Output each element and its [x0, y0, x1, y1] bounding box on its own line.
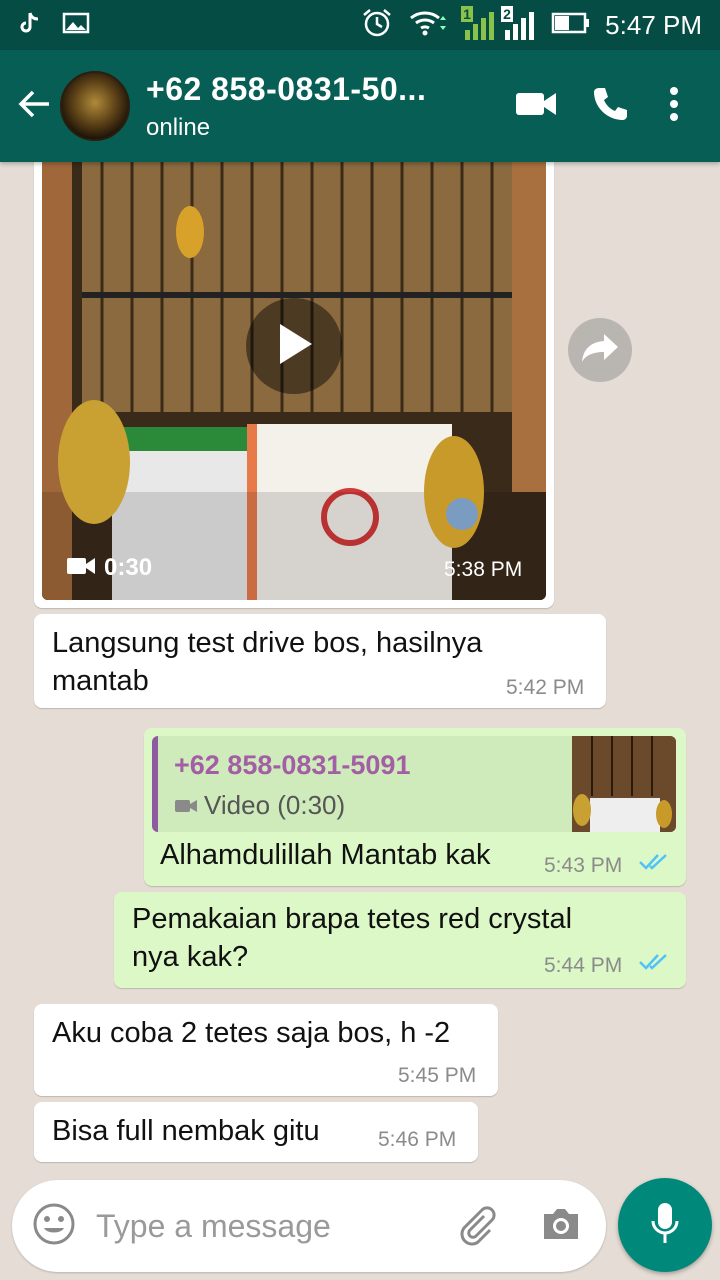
message-text: Alhamdulillah Mantab kak	[160, 839, 491, 871]
status-time: 5:47 PM	[605, 9, 702, 40]
video-camera-icon	[174, 790, 198, 821]
video-duration: 0:30	[66, 554, 152, 582]
voice-call-button[interactable]	[580, 76, 640, 136]
contact-name: +62 858-0831-50...	[146, 70, 427, 107]
incoming-message[interactable]: Aku coba 2 tetes saja bos, h -2 5:45 PM	[34, 1004, 498, 1096]
status-bar: 1 2 5:47 PM	[0, 0, 720, 50]
message-text: Aku coba 2 tetes saja bos, h -2	[52, 1017, 451, 1049]
video-call-button[interactable]	[506, 76, 566, 136]
message-time: 5:45 PM	[398, 1064, 477, 1087]
back-arrow-icon	[17, 86, 53, 127]
video-call-icon	[514, 89, 558, 124]
voice-record-button[interactable]	[618, 1178, 712, 1272]
play-button[interactable]	[246, 298, 342, 394]
message-list[interactable]: 0:30 5:38 PM Langsung test drive bos, ha…	[0, 152, 720, 1180]
message-input[interactable]: Type a message	[96, 1208, 454, 1245]
emoji-icon	[32, 1202, 76, 1251]
chat-header: +62 858-0831-50... online	[0, 50, 720, 162]
message-time: 5:42 PM	[506, 676, 585, 699]
camera-icon	[540, 1206, 582, 1247]
quote-accent-bar	[152, 736, 158, 832]
message-time: 5:46 PM	[378, 1128, 457, 1151]
signal-icon: 1 2	[461, 6, 537, 40]
incoming-message[interactable]: Langsung test drive bos, hasilnya mantab…	[34, 614, 606, 708]
more-options-button[interactable]	[654, 76, 694, 136]
play-icon	[274, 322, 314, 371]
read-ticks-icon	[638, 952, 670, 977]
attach-button[interactable]	[454, 1202, 498, 1251]
quoted-message[interactable]: +62 858-0831-5091 Video (0:30)	[152, 736, 676, 832]
read-ticks-icon	[638, 852, 670, 877]
camera-button[interactable]	[540, 1206, 582, 1247]
more-vert-icon	[669, 86, 679, 126]
message-composer: Type a message	[12, 1180, 606, 1272]
phone-icon	[591, 85, 629, 128]
message-time: 5:43 PM	[544, 854, 623, 877]
contact-info[interactable]: +62 858-0831-50... online	[146, 71, 506, 142]
contact-status: online	[146, 113, 211, 141]
video-camera-icon	[66, 556, 96, 581]
wifi-icon	[407, 8, 447, 43]
quoted-thumbnail	[572, 736, 676, 832]
emoji-button[interactable]	[32, 1202, 76, 1251]
attach-icon	[454, 1202, 498, 1251]
message-time: 5:44 PM	[544, 954, 623, 977]
gallery-icon	[62, 11, 90, 40]
forward-button[interactable]	[568, 318, 632, 382]
incoming-message[interactable]: Bisa full nembak gitu 5:46 PM	[34, 1102, 478, 1162]
contact-avatar[interactable]	[60, 71, 130, 141]
battery-icon	[551, 11, 591, 40]
forward-icon	[580, 332, 620, 369]
message-text: Pemakaian brapa tetes red crystal nya ka…	[132, 903, 573, 973]
outgoing-message[interactable]: Pemakaian brapa tetes red crystal nya ka…	[114, 892, 686, 988]
message-text: Langsung test drive bos, hasilnya mantab	[52, 627, 483, 697]
alarm-icon	[361, 7, 393, 44]
outgoing-reply-message[interactable]: +62 858-0831-5091 Video (0:30) Alhamduli…	[144, 728, 686, 886]
message-time: 5:38 PM	[444, 558, 523, 581]
tiktok-icon	[18, 11, 40, 40]
back-button[interactable]	[10, 76, 60, 136]
mic-icon	[650, 1201, 680, 1250]
quoted-label: Video (0:30)	[174, 790, 345, 821]
message-text: Bisa full nembak gitu	[52, 1115, 320, 1147]
quoted-sender: +62 858-0831-5091	[174, 750, 411, 780]
video-message[interactable]: 0:30 5:38 PM	[34, 152, 554, 608]
